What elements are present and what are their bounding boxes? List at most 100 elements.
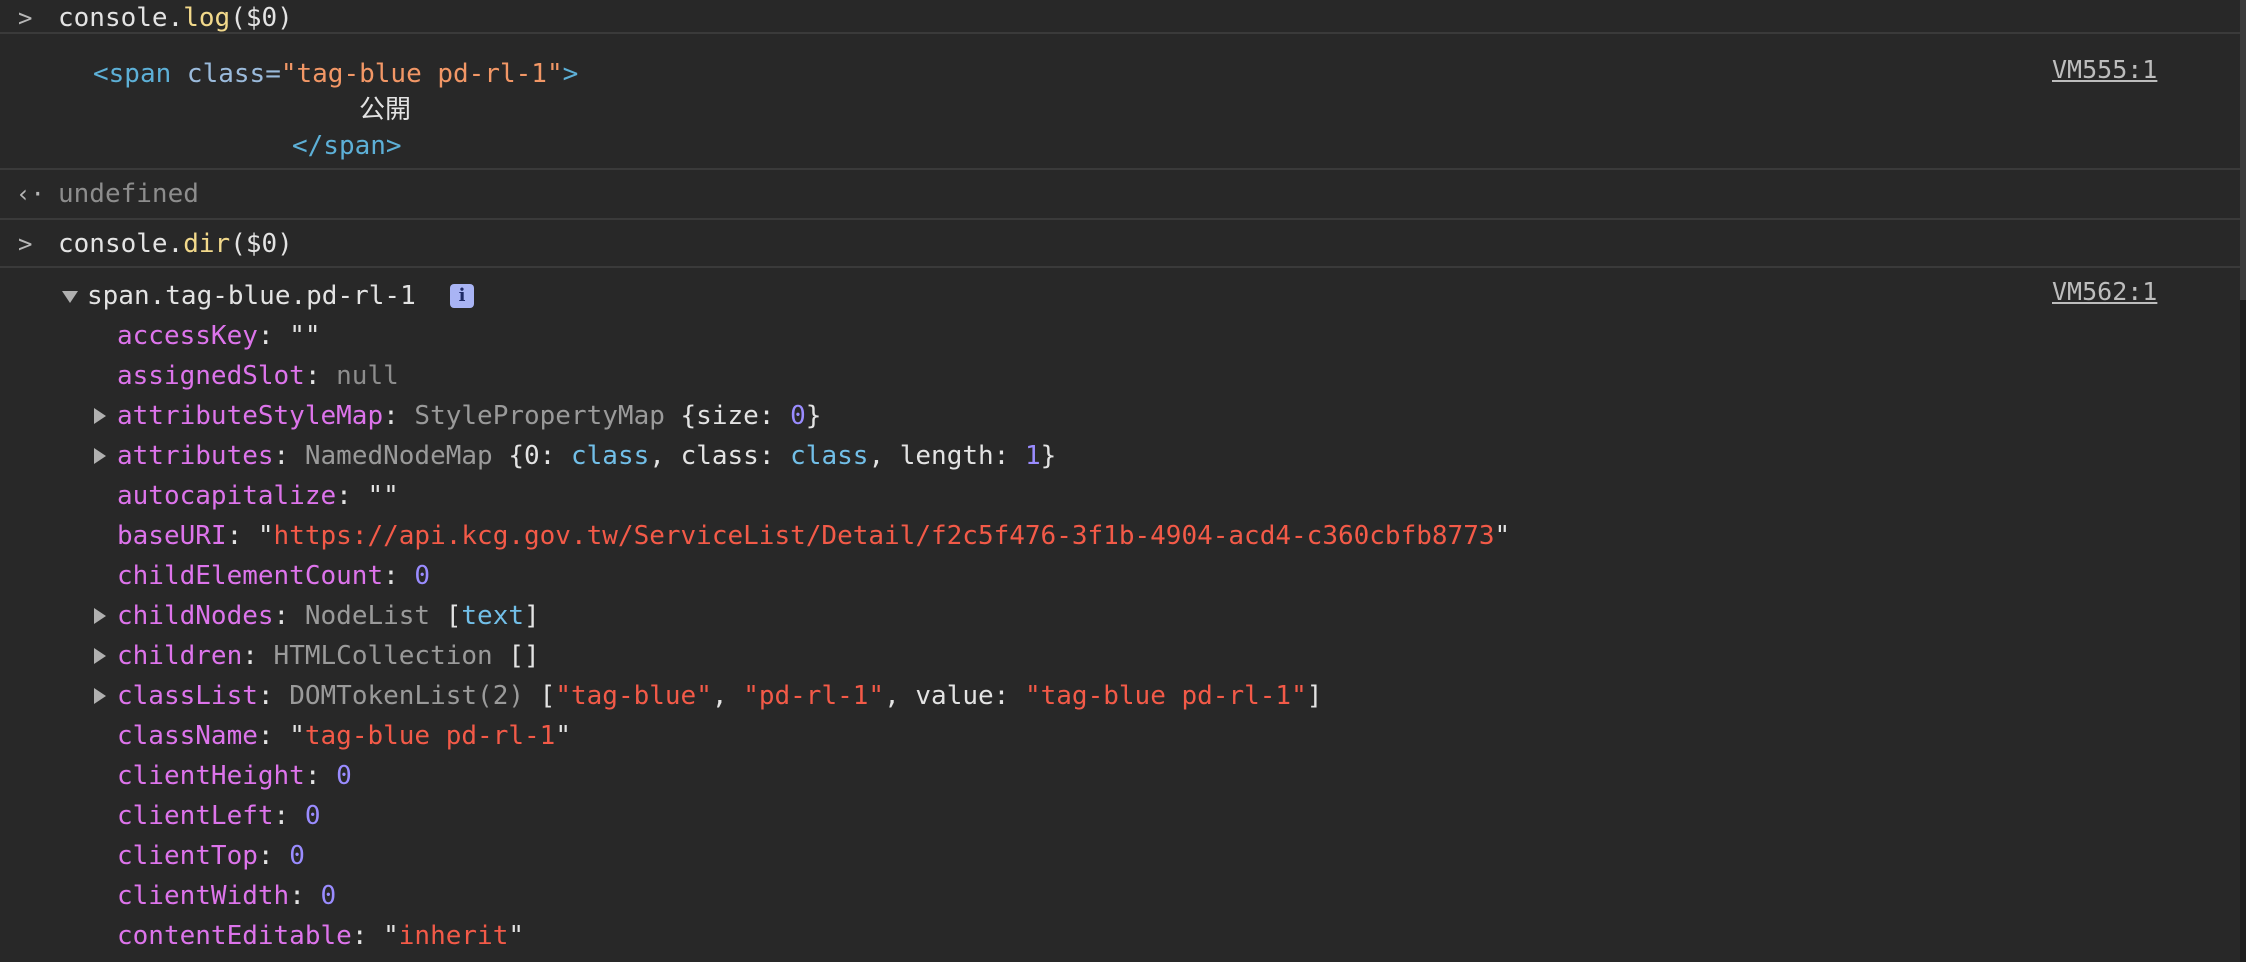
- property-key: baseURI: [117, 521, 227, 551]
- property-preview: {size:: [664, 401, 791, 431]
- property-key: contentEditable: [117, 921, 352, 951]
- property-row-baseuri: baseURI: "https://api.kcg.gov.tw/Service…: [117, 520, 1510, 552]
- tag-punct-open: <span: [93, 59, 187, 89]
- property-separator: :: [273, 801, 305, 831]
- property-preview-close: }: [1040, 441, 1057, 471]
- property-separator: :: [226, 521, 258, 551]
- property-value: null: [336, 361, 399, 391]
- property-number: 0: [320, 881, 337, 911]
- property-preview-value: text: [461, 601, 525, 631]
- return-arrow-icon: ‹·: [16, 180, 45, 208]
- info-icon[interactable]: i: [450, 284, 474, 308]
- property-key: clientHeight: [117, 761, 305, 791]
- property-key: childElementCount: [117, 561, 384, 591]
- property-type: DOMTokenList(2): [289, 681, 525, 711]
- scrollbar-thumb[interactable]: [2240, 0, 2246, 300]
- property-separator: :: [257, 721, 290, 751]
- expand-triangle-icon[interactable]: [94, 448, 106, 464]
- property-row-childelementcount: childElementCount: 0: [117, 560, 430, 592]
- property-separator: :: [351, 921, 384, 951]
- property-separator: :: [273, 601, 305, 631]
- property-key: classList: [117, 681, 258, 711]
- result-text: undefined: [58, 179, 199, 209]
- property-preview-close: ]: [524, 601, 540, 631]
- property-row-childnodes[interactable]: childNodes: NodeList [text]: [117, 600, 540, 632]
- property-preview: , length:: [868, 441, 1025, 471]
- attribute-value: "tag-blue pd-rl-1": [280, 59, 563, 89]
- expand-triangle-icon[interactable]: [94, 408, 106, 424]
- expand-triangle-icon[interactable]: [94, 688, 106, 704]
- quote: ": [555, 721, 571, 751]
- quote: ": [383, 921, 399, 951]
- property-key: clientLeft: [117, 801, 274, 831]
- property-row-assignedslot: assignedSlot: null: [117, 360, 399, 392]
- property-number: 0: [414, 561, 431, 591]
- property-preview-close: }: [805, 401, 822, 431]
- property-row-clientheight: clientHeight: 0: [117, 760, 352, 792]
- property-row-classlist[interactable]: classList: DOMTokenList(2) ["tag-blue" , …: [117, 680, 1322, 712]
- property-preview-value: class: [790, 441, 869, 471]
- property-key: children: [117, 641, 243, 671]
- command-args: ($0): [230, 3, 293, 33]
- property-preview-string: "tag-blue": [555, 681, 712, 711]
- property-preview-string: "pd-rl-1": [743, 681, 885, 711]
- property-separator: :: [336, 481, 368, 511]
- property-preview-close: ]: [1306, 681, 1323, 711]
- property-type: NamedNodeMap: [304, 441, 493, 471]
- console-result-row: ‹· undefined: [0, 170, 2240, 220]
- property-preview: , value:: [884, 681, 1025, 711]
- property-separator: :: [289, 881, 321, 911]
- property-value: "": [289, 321, 321, 351]
- command-function: dir: [183, 229, 231, 259]
- property-preview: [: [430, 601, 462, 631]
- quote: ": [257, 521, 274, 551]
- expand-triangle-icon[interactable]: [94, 648, 106, 664]
- property-separator: :: [242, 641, 274, 671]
- property-separator: :: [304, 361, 337, 391]
- property-row-contenteditable: contentEditable: "inherit": [117, 920, 524, 952]
- property-preview-value: class: [570, 441, 650, 471]
- expand-triangle-icon[interactable]: [94, 608, 106, 624]
- property-preview: {0:: [492, 441, 571, 471]
- console-input-row[interactable]: > console.dir($0): [0, 220, 2240, 268]
- property-separator: :: [257, 681, 290, 711]
- property-key: assignedSlot: [117, 361, 305, 391]
- command-object: console.: [58, 229, 184, 259]
- property-row-clienttop: clientTop: 0: [117, 840, 305, 872]
- console-log-output-row: <span class="tag-blue pd-rl-1"> 公開 </spa…: [0, 34, 2240, 170]
- source-link[interactable]: VM555:1: [2052, 54, 2157, 86]
- property-key: accessKey: [117, 321, 258, 351]
- element-open-tag[interactable]: <span class="tag-blue pd-rl-1">: [93, 58, 578, 90]
- property-row-autocapitalize: autocapitalize: "": [117, 480, 399, 512]
- property-number: 0: [304, 801, 321, 831]
- quote: ": [508, 921, 525, 951]
- property-row-attributes[interactable]: attributes: NamedNodeMap {0: class, clas…: [117, 440, 1056, 472]
- element-close-tag[interactable]: </span>: [292, 130, 402, 162]
- property-row-clientleft: clientLeft: 0: [117, 800, 321, 832]
- property-number: 1: [1024, 441, 1041, 471]
- property-preview: ,: [711, 681, 744, 711]
- property-key: className: [117, 721, 258, 751]
- property-row-accesskey: accessKey: "": [117, 320, 321, 352]
- property-row-attributestylemap[interactable]: attributeStyleMap: StylePropertyMap {siz…: [117, 400, 821, 432]
- property-key: clientTop: [117, 841, 258, 871]
- property-separator: :: [257, 841, 290, 871]
- property-separator: :: [257, 321, 290, 351]
- property-separator: :: [383, 561, 415, 591]
- property-key: clientWidth: [117, 881, 290, 911]
- property-preview: [: [524, 681, 556, 711]
- console-input-row[interactable]: > console.log($0): [0, 0, 2240, 34]
- property-separator: :: [383, 401, 415, 431]
- source-link[interactable]: VM562:1: [2052, 276, 2157, 308]
- property-row-children[interactable]: children: HTMLCollection []: [117, 640, 540, 672]
- property-type: HTMLCollection: [273, 641, 493, 671]
- object-header[interactable]: span.tag-blue.pd-rl-1: [87, 280, 416, 312]
- property-separator: :: [273, 441, 305, 471]
- vertical-scrollbar[interactable]: [2240, 0, 2246, 962]
- devtools-console: > console.log($0) <span class="tag-blue …: [0, 0, 2240, 962]
- collapse-triangle-icon[interactable]: [62, 291, 78, 303]
- command-text: console.log($0): [58, 2, 293, 34]
- property-key: attributeStyleMap: [117, 401, 384, 431]
- property-type: NodeList: [304, 601, 431, 631]
- property-number: 0: [790, 401, 806, 431]
